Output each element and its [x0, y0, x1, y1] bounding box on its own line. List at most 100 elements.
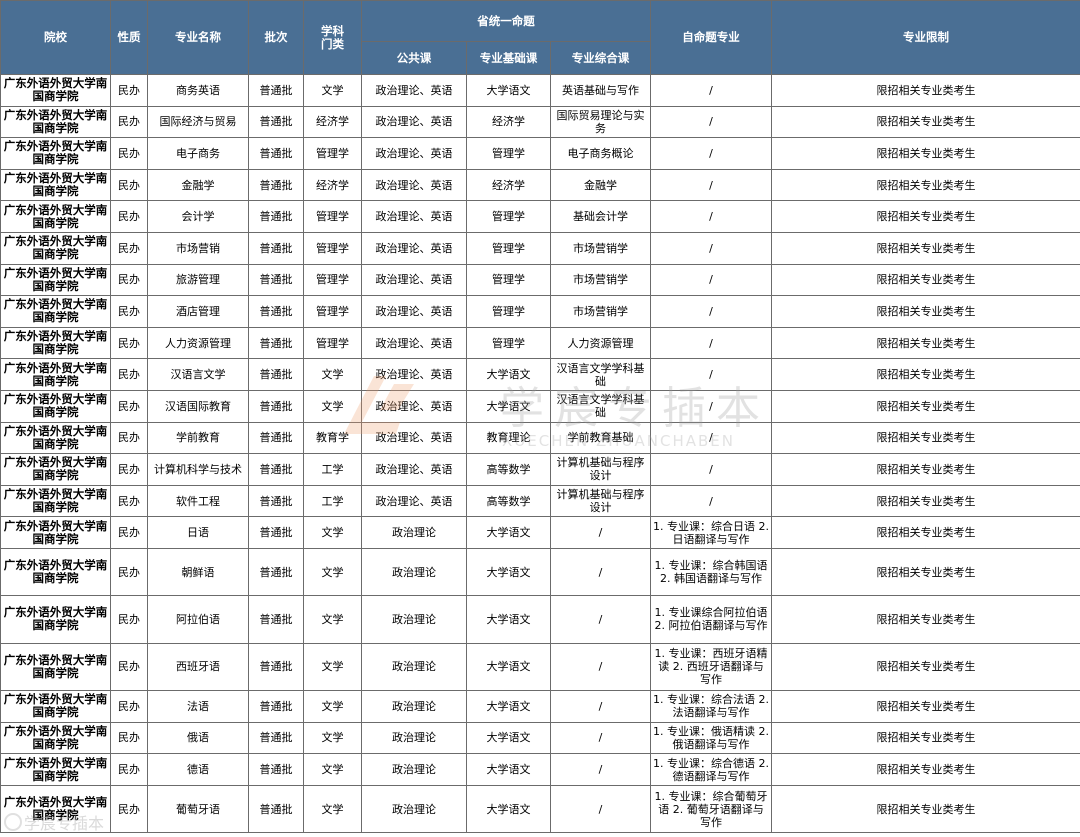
- cell-custom-major: 1. 专业课：综合韩国语 2. 韩国语翻译与写作: [650, 547, 772, 597]
- cell-comprehensive-course: /: [550, 690, 651, 723]
- cell-public-course: 政治理论、英语: [361, 263, 467, 297]
- cell-major: 日语: [147, 516, 249, 549]
- cell-school: 广东外语外贸大学南国商学院: [0, 137, 111, 170]
- cell-school: 广东外语外贸大学南国商学院: [0, 690, 111, 723]
- cell-batch: 普通批: [248, 105, 304, 139]
- cell-nature: 民办: [110, 389, 148, 423]
- cell-basic-course: 大学语文: [466, 358, 551, 391]
- cell-school: 广东外语外贸大学南国商学院: [0, 484, 111, 518]
- cell-basic-course: 管理学: [466, 263, 551, 297]
- cell-comprehensive-course: 计算机基础与程序设计: [550, 453, 651, 486]
- cell-comprehensive-course: /: [550, 642, 651, 692]
- cell-school: 广东外语外贸大学南国商学院: [0, 200, 111, 233]
- cell-nature: 民办: [110, 595, 148, 644]
- cell-comprehensive-course: 计算机基础与程序设计: [550, 484, 651, 518]
- cell-restriction: 限招相关专业类考生: [771, 595, 1080, 644]
- cell-public-course: 政治理论: [361, 595, 467, 644]
- cell-major: 电子商务: [147, 137, 249, 170]
- cell-nature: 民办: [110, 753, 148, 786]
- cell-nature: 民办: [110, 784, 148, 834]
- table-row: 广东外语外贸大学南国商学院 民办 学前教育 普通批 教育学 政治理论、英语 教育理论 学前教育…: [0, 421, 1080, 455]
- cell-restriction: 限招相关专业类考生: [771, 389, 1080, 423]
- cell-category: 管理学: [303, 326, 362, 360]
- cell-batch: 普通批: [248, 231, 304, 265]
- cell-nature: 民办: [110, 547, 148, 597]
- cell-restriction: 限招相关专业类考生: [771, 200, 1080, 233]
- cell-major: 市场营销: [147, 231, 249, 265]
- cell-category: 工学: [303, 453, 362, 486]
- cell-restriction: 限招相关专业类考生: [771, 690, 1080, 723]
- cell-nature: 民办: [110, 200, 148, 233]
- cell-basic-course: 大学语文: [466, 74, 551, 107]
- cell-nature: 民办: [110, 326, 148, 360]
- cell-category: 工学: [303, 484, 362, 518]
- cell-public-course: 政治理论、英语: [361, 74, 467, 107]
- cell-major: 金融学: [147, 168, 249, 202]
- table-row: 广东外语外贸大学南国商学院 民办 汉语国际教育 普通批 文学 政治理论、英语 大学语文 汉语言…: [0, 389, 1080, 423]
- cell-public-course: 政治理论、英语: [361, 326, 467, 360]
- cell-category: 文学: [303, 389, 362, 423]
- cell-school: 广东外语外贸大学南国商学院: [0, 105, 111, 139]
- cell-public-course: 政治理论: [361, 690, 467, 723]
- cell-nature: 民办: [110, 168, 148, 202]
- header-batch: 批次: [248, 0, 304, 75]
- header-restriction: 专业限制: [771, 0, 1080, 75]
- cell-nature: 民办: [110, 105, 148, 139]
- cell-comprehensive-course: 电子商务概论: [550, 137, 651, 170]
- header-custom-major: 自命题专业: [650, 0, 772, 75]
- cell-custom-major: /: [650, 358, 772, 391]
- cell-school: 广东外语外贸大学南国商学院: [0, 753, 111, 786]
- cell-custom-major: 1. 专业课综合阿拉伯语 2. 阿拉伯语翻译与写作: [650, 595, 772, 644]
- cell-comprehensive-course: 国际贸易理论与实务: [550, 105, 651, 139]
- cell-category: 文学: [303, 547, 362, 597]
- cell-major: 德语: [147, 753, 249, 786]
- cell-batch: 普通批: [248, 547, 304, 597]
- cell-category: 文学: [303, 721, 362, 755]
- cell-nature: 民办: [110, 690, 148, 723]
- cell-basic-course: 高等数学: [466, 453, 551, 486]
- table-body: 广东外语外贸大学南国商学院 民办 商务英语 普通批 文学 政治理论、英语 大学语文 英语基础与…: [0, 74, 1080, 834]
- cell-school: 广东外语外贸大学南国商学院: [0, 516, 111, 549]
- cell-restriction: 限招相关专业类考生: [771, 231, 1080, 265]
- cell-restriction: 限招相关专业类考生: [771, 484, 1080, 518]
- cell-comprehensive-course: /: [550, 547, 651, 597]
- cell-custom-major: /: [650, 484, 772, 518]
- cell-major: 汉语言文学: [147, 358, 249, 391]
- cell-school: 广东外语外贸大学南国商学院: [0, 595, 111, 644]
- cell-comprehensive-course: 英语基础与写作: [550, 74, 651, 107]
- cell-custom-major: /: [650, 295, 772, 328]
- cell-restriction: 限招相关专业类考生: [771, 784, 1080, 834]
- cell-major: 朝鲜语: [147, 547, 249, 597]
- cell-major: 学前教育: [147, 421, 249, 455]
- cell-school: 广东外语外贸大学南国商学院: [0, 168, 111, 202]
- cell-public-course: 政治理论、英语: [361, 453, 467, 486]
- cell-custom-major: /: [650, 105, 772, 139]
- cell-major: 酒店管理: [147, 295, 249, 328]
- cell-basic-course: 教育理论: [466, 421, 551, 455]
- cell-custom-major: 1. 专业课：西班牙语精读 2. 西班牙语翻译与写作: [650, 642, 772, 692]
- cell-basic-course: 大学语文: [466, 721, 551, 755]
- cell-public-course: 政治理论、英语: [361, 389, 467, 423]
- cell-category: 管理学: [303, 231, 362, 265]
- cell-category: 管理学: [303, 200, 362, 233]
- cell-major: 商务英语: [147, 74, 249, 107]
- cell-category: 文学: [303, 595, 362, 644]
- cell-custom-major: /: [650, 231, 772, 265]
- cell-comprehensive-course: /: [550, 516, 651, 549]
- cell-major: 人力资源管理: [147, 326, 249, 360]
- table-row: 广东外语外贸大学南国商学院 民办 电子商务 普通批 管理学 政治理论、英语 管理学 电子商务概…: [0, 137, 1080, 170]
- table-row: 广东外语外贸大学南国商学院 民办 日语 普通批 文学 政治理论 大学语文/1. 专业课：综合…: [0, 516, 1080, 549]
- cell-batch: 普通批: [248, 389, 304, 423]
- table-row: 广东外语外贸大学南国商学院 民办 法语 普通批 文学 政治理论 大学语文/1. 专业课：综合…: [0, 690, 1080, 723]
- cell-batch: 普通批: [248, 137, 304, 170]
- cell-school: 广东外语外贸大学南国商学院: [0, 642, 111, 692]
- cell-public-course: 政治理论、英语: [361, 358, 467, 391]
- cell-public-course: 政治理论、英语: [361, 295, 467, 328]
- cell-major: 旅游管理: [147, 263, 249, 297]
- admissions-table: 院校 性质 专业名称 批次 学科 门类 省统一命题 自命题专业 专业限制 公共课…: [0, 0, 1080, 834]
- cell-basic-course: 大学语文: [466, 547, 551, 597]
- cell-major: 国际经济与贸易: [147, 105, 249, 139]
- cell-restriction: 限招相关专业类考生: [771, 326, 1080, 360]
- table-row: 广东外语外贸大学南国商学院 民办 市场营销 普通批 管理学 政治理论、英语 管理学 市场营销学…: [0, 231, 1080, 265]
- cell-nature: 民办: [110, 484, 148, 518]
